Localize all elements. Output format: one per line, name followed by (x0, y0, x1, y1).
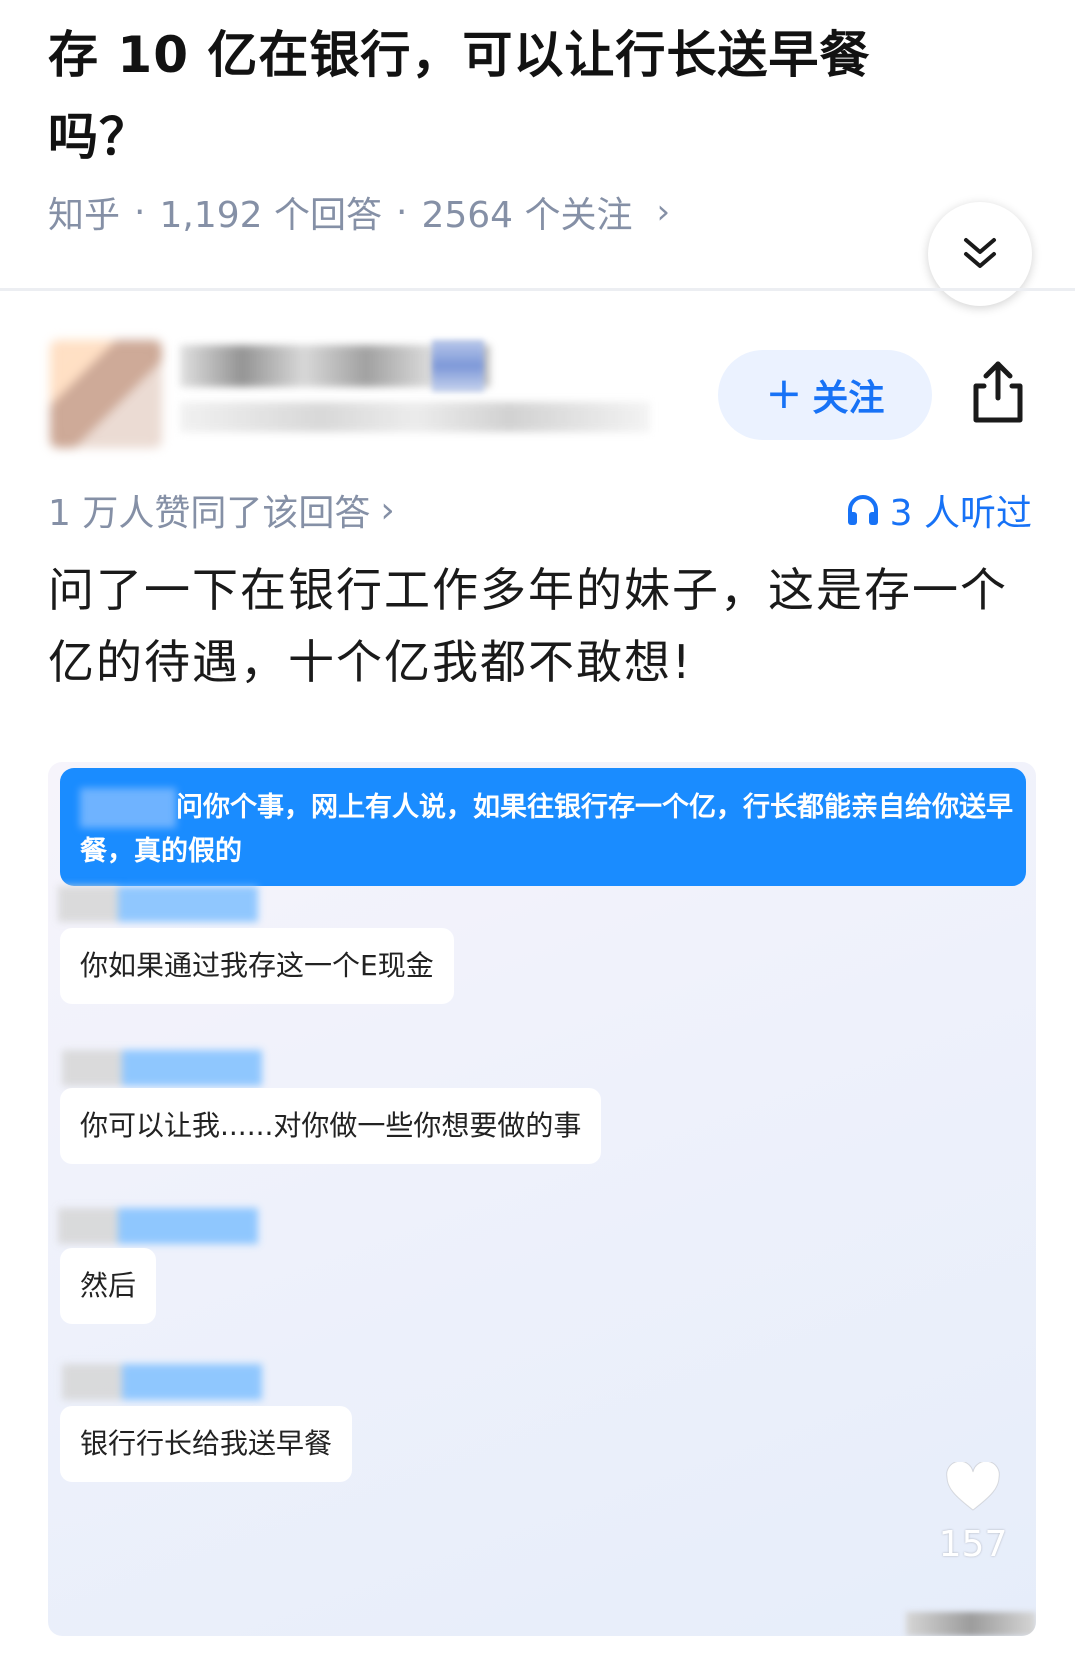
chat-reply-bubble: 你如果通过我存这一个E现金 (60, 928, 454, 1004)
meta-separator: · (395, 191, 408, 233)
chevron-right-icon: › (380, 489, 395, 531)
meta-separator: · (134, 191, 146, 233)
author-bio-redacted (180, 402, 650, 432)
like-button[interactable]: 157 (918, 1460, 1028, 1565)
divider (0, 288, 1075, 291)
chat-reply-bubble: 你可以让我......对你做一些你想要做的事 (60, 1088, 602, 1164)
chat-reply-bubble: 银行行长给我送早餐 (60, 1406, 353, 1482)
listen-count[interactable]: 3 人听过 (846, 484, 1032, 536)
source-label: 知乎 (48, 195, 121, 236)
headphones-icon (847, 495, 878, 525)
redacted-watermark (906, 1612, 1036, 1636)
question-title[interactable]: 存 10 亿在银行，可以让行长送早餐吗？ (48, 14, 948, 178)
plus-icon: + (765, 367, 803, 419)
vote-summary[interactable]: 1 万人赞同了该回答 › (48, 484, 395, 536)
follow-button[interactable]: + 关注 (718, 350, 932, 440)
double-chevron-down-icon (964, 238, 996, 268)
answer-count: 1,192 个回答 (159, 195, 382, 236)
chevron-right-icon: › (656, 192, 671, 232)
redacted-sender (58, 886, 258, 922)
like-count: 157 (938, 1524, 1008, 1565)
chat-question-text: 问你个事，网上有人说，如果往银行存一个亿，行长都能亲自给你送早餐，真的假的 (80, 792, 1013, 867)
redacted-sender (62, 1050, 262, 1086)
share-icon[interactable] (968, 358, 1028, 426)
avatar[interactable] (50, 340, 162, 448)
chat-screenshot-image[interactable]: 问你个事，网上有人说，如果往银行存一个亿，行长都能亲自给你送早餐，真的假的 你如… (48, 762, 1036, 1636)
follower-count: 2564 个关注 (421, 195, 633, 236)
author-badge-redacted (432, 340, 484, 392)
redacted-sender (58, 1208, 258, 1244)
question-meta[interactable]: 知乎 · 1,192 个回答 · 2564 个关注 › (48, 186, 670, 238)
redacted-sender (62, 1364, 262, 1400)
chat-question-bubble: 问你个事，网上有人说，如果往银行存一个亿，行长都能亲自给你送早餐，真的假的 (60, 768, 1026, 886)
listen-label: 3 人听过 (889, 493, 1032, 534)
chat-reply-bubble: 然后 (60, 1248, 157, 1324)
follow-label: 关注 (812, 378, 885, 419)
answer-text[interactable]: 问了一下在银行工作多年的妹子，这是存一个亿的待遇，十个亿我都不敢想! (48, 554, 1028, 698)
heart-icon (946, 1460, 1000, 1511)
vote-count-label: 1 万人赞同了该回答 (48, 493, 371, 534)
